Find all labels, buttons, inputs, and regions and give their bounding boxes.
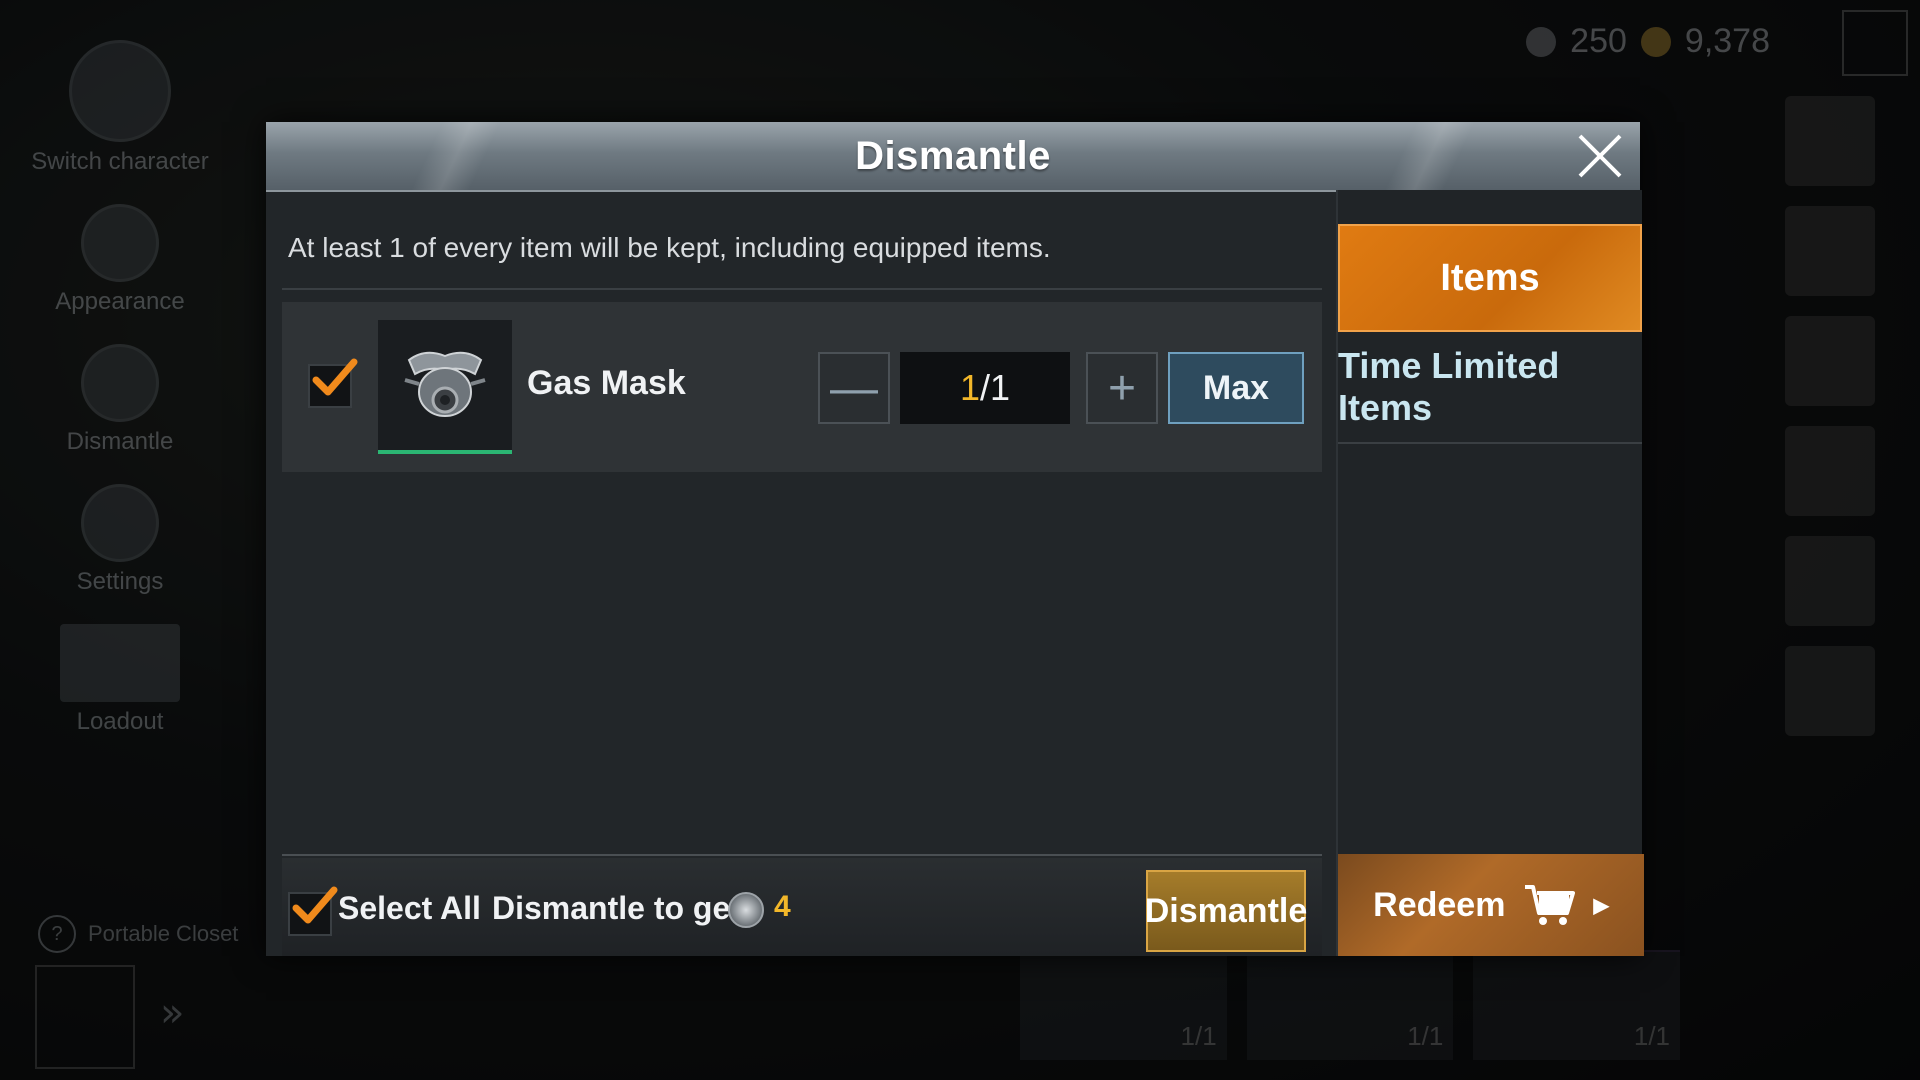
side-item-label: Dismantle (66, 428, 174, 455)
quantity-display: 1/1 (900, 352, 1070, 424)
background-grid: 1/1 1/1 1/1 (1020, 950, 1681, 1060)
minus-icon: — (830, 361, 878, 415)
dismantle-icon (81, 344, 159, 422)
equipment-slot (1785, 536, 1875, 626)
quantity-current: 1 (959, 367, 980, 408)
top-close-icon (1842, 10, 1908, 76)
equipment-slot (1785, 96, 1875, 186)
grid-count: 1/1 (1407, 1021, 1444, 1051)
decrease-quantity-button[interactable]: — (818, 352, 890, 424)
grid-cell: 1/1 (1473, 950, 1681, 1060)
grid-count: 1/1 (1180, 1021, 1217, 1051)
side-item-settings: Settings (20, 484, 220, 596)
item-thumbnail[interactable] (378, 320, 512, 454)
cart-icon (1523, 883, 1576, 927)
equipment-strip (1740, 76, 1920, 1076)
title-stripe (1300, 122, 1560, 190)
item-checkbox[interactable] (308, 358, 358, 408)
side-menu: Switch character Appearance Dismantle Se… (20, 40, 220, 764)
refresh-icon (81, 204, 159, 282)
checkmark-icon (292, 886, 338, 924)
close-button[interactable] (1570, 126, 1630, 186)
close-icon (1578, 134, 1622, 178)
bp-coin-icon (728, 892, 764, 928)
portable-closet-label: Portable Closet (88, 921, 239, 946)
dismantle-footer: Select All Dismantle to get: 4 Dismantle (282, 858, 1322, 956)
category-pane: Items Time Limited Items Redeem ▶ (1336, 190, 1644, 956)
side-item-appearance: Appearance (20, 204, 220, 316)
tab-time-limited-items[interactable]: Time Limited Items (1338, 332, 1642, 444)
side-item-label: Settings (76, 568, 164, 595)
side-item-loadout: Loadout (20, 624, 220, 736)
currency-bar: 250 9,378 (1526, 22, 1770, 61)
dismantle-dialog: Dismantle At least 1 of every item will … (266, 122, 1644, 956)
dismantle-button[interactable]: Dismantle (1145, 870, 1307, 952)
portable-closet: ? Portable Closet (38, 915, 238, 953)
equipment-slot (1785, 426, 1875, 516)
equipment-slot (1785, 316, 1875, 406)
bp-coin-icon (1526, 26, 1557, 57)
side-item-switch-character: Switch character (20, 40, 220, 176)
checkmark-icon (312, 358, 358, 396)
quantity-total: /1 (980, 367, 1011, 408)
double-chevron-icon: » (160, 990, 185, 1036)
redeem-label: Redeem (1373, 885, 1506, 924)
increase-quantity-button[interactable]: + (1086, 352, 1158, 424)
side-item-label: Switch character (31, 148, 209, 175)
item-list-pane: At least 1 of every item will be kept, i… (282, 190, 1322, 956)
item-name: Gas Mask (527, 364, 686, 402)
helmet-icon (69, 40, 171, 142)
plus-icon: + (1107, 361, 1137, 415)
dialog-title: Dismantle (855, 133, 1051, 178)
divider (282, 288, 1322, 290)
gas-mask-icon (404, 351, 486, 417)
tab-items[interactable]: Items (1338, 224, 1642, 332)
bp-amount: 250 (1570, 22, 1627, 60)
side-item-dismantle: Dismantle (20, 344, 220, 456)
list-item: Gas Mask — 1/1 + Max (282, 302, 1322, 472)
side-item-label: Appearance (55, 288, 185, 315)
redeem-button[interactable]: Redeem ▶ (1338, 854, 1644, 956)
coin-amount: 9,378 (1684, 22, 1770, 60)
max-button[interactable]: Max (1168, 352, 1304, 424)
play-arrow-icon: ▶ (1593, 894, 1609, 917)
select-all-label[interactable]: Select All (338, 890, 481, 927)
hanger-icon (35, 965, 135, 1069)
help-icon: ? (38, 915, 76, 953)
dismantle-to-get-label: Dismantle to get: (492, 890, 752, 926)
select-all-checkbox[interactable] (288, 886, 338, 936)
grid-count: 1/1 (1633, 1021, 1671, 1051)
crate-icon (60, 624, 180, 702)
dialog-titlebar: Dismantle (266, 122, 1640, 192)
grid-cell: 1/1 (1020, 950, 1227, 1060)
side-item-label: Loadout (76, 708, 164, 735)
divider (282, 854, 1322, 856)
gold-coin-icon (1640, 26, 1671, 57)
gear-icon (81, 484, 159, 562)
grid-cell: 1/1 (1246, 950, 1454, 1060)
title-stripe (326, 122, 586, 190)
dismantle-notice: At least 1 of every item will be kept, i… (288, 232, 1051, 263)
dismantle-to-get-value: 4 (774, 890, 791, 923)
equipment-slot (1785, 646, 1875, 736)
equipment-slot (1785, 206, 1875, 296)
